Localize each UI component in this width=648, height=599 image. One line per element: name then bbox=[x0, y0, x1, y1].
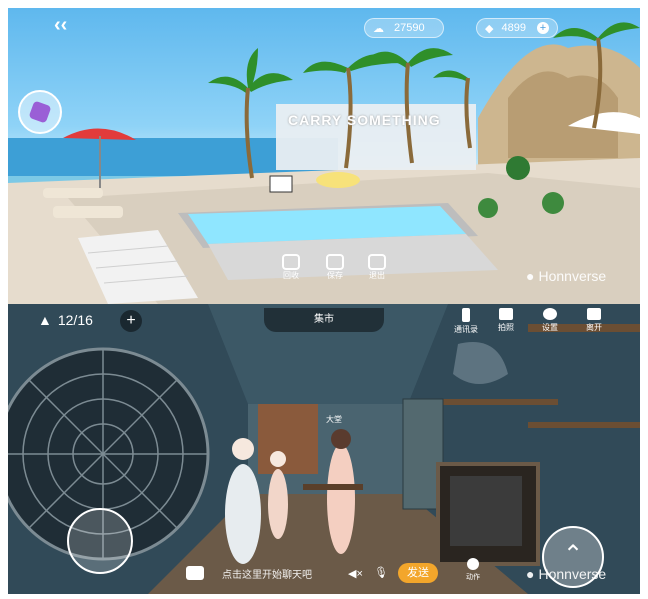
recycle-label: 回收 bbox=[283, 271, 299, 280]
wall-sign: CARRY SOMETHING bbox=[288, 112, 441, 128]
beach-villa-screen: CARRY SOMETHING ‹‹ ☁ 27590 ◆ 4899 + 回收 保… bbox=[8, 8, 640, 304]
exit-icon bbox=[368, 254, 386, 270]
watermark: ● Honnverse bbox=[526, 566, 606, 582]
send-button[interactable]: 发送 bbox=[398, 563, 438, 583]
double-chevron-up-icon: ⌃ bbox=[562, 541, 584, 568]
camera-icon bbox=[499, 308, 513, 320]
players-icon: ▲ bbox=[38, 312, 52, 328]
cloud-coin-icon: ☁ bbox=[373, 22, 384, 35]
phone-icon bbox=[462, 308, 470, 322]
contacts-button[interactable]: 通讯录 bbox=[454, 308, 478, 335]
watermark: ● Honnverse bbox=[526, 268, 606, 284]
camera-label: 拍照 bbox=[498, 323, 514, 332]
exit-label: 退出 bbox=[369, 271, 385, 280]
speaker-mute-icon[interactable]: ◀× bbox=[348, 567, 363, 580]
npc-tag: 大堂 bbox=[326, 415, 342, 424]
trash-icon bbox=[282, 254, 300, 270]
person-icon bbox=[467, 558, 479, 570]
room-screen: ▲ 12/16 + 集市 通讯录 拍照 设置 离开 大堂 ⌃ 点击这里开始聊天吧… bbox=[8, 304, 640, 594]
build-menu-button[interactable] bbox=[18, 90, 62, 134]
add-player-button[interactable]: + bbox=[120, 310, 142, 332]
chat-input[interactable]: 点击这里开始聊天吧 bbox=[222, 566, 312, 581]
settings-label: 设置 bbox=[542, 323, 558, 332]
beach-scene bbox=[8, 22, 640, 304]
cube-icon bbox=[28, 100, 52, 124]
save-button[interactable]: 保存 bbox=[326, 254, 344, 281]
gem-value: 4899 bbox=[501, 22, 526, 34]
recycle-button[interactable]: 回收 bbox=[282, 254, 300, 281]
leave-button[interactable]: 离开 bbox=[586, 308, 602, 333]
action-button[interactable]: 动作 bbox=[466, 558, 480, 582]
leave-label: 离开 bbox=[586, 323, 602, 332]
settings-button[interactable]: 设置 bbox=[542, 308, 558, 333]
add-gems-button[interactable]: + bbox=[537, 22, 549, 34]
chevron-left-icon: ‹‹ bbox=[54, 14, 68, 36]
wechat-icon: ● bbox=[526, 566, 535, 582]
chat-bubble-icon[interactable] bbox=[186, 566, 204, 580]
back-button[interactable]: ‹‹ bbox=[54, 14, 76, 36]
save-label: 保存 bbox=[327, 271, 343, 280]
gem-counter[interactable]: ◆ 4899 + bbox=[476, 18, 558, 38]
camera-button[interactable]: 拍照 bbox=[498, 308, 514, 333]
action-label: 动作 bbox=[466, 574, 480, 581]
wechat-icon: ● bbox=[526, 268, 535, 284]
save-icon bbox=[326, 254, 344, 270]
room-title: 集市 bbox=[264, 308, 384, 332]
contacts-label: 通讯录 bbox=[454, 325, 478, 334]
player-count-value: 12/16 bbox=[57, 312, 93, 328]
microphone-mute-icon[interactable]: 🎙 bbox=[374, 566, 388, 579]
exit-build-button[interactable]: 退出 bbox=[368, 254, 386, 281]
watermark-text: Honnverse bbox=[538, 566, 607, 582]
player-count: ▲ 12/16 bbox=[38, 312, 93, 328]
gem-icon: ◆ bbox=[485, 22, 494, 35]
coin-counter[interactable]: ☁ 27590 bbox=[364, 18, 444, 38]
watermark-text: Honnverse bbox=[538, 268, 607, 284]
exit-icon bbox=[587, 308, 601, 320]
coin-value: 27590 bbox=[394, 22, 425, 34]
gear-icon bbox=[543, 308, 557, 320]
